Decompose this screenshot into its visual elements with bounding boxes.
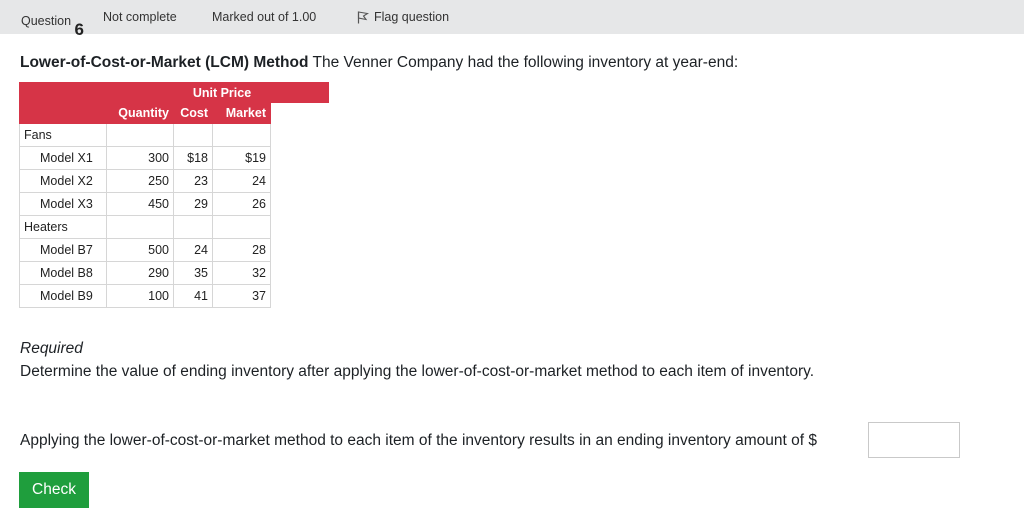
market-cell: 28 — [212, 238, 271, 262]
market-cell: 32 — [212, 261, 271, 285]
group-row: Heaters — [19, 215, 329, 239]
table-row: Model X3 450 29 26 — [19, 192, 329, 216]
table-row: Model X1 300 $18 $19 — [19, 146, 329, 170]
inventory-table: Unit Price Quantity Cost Market Fans Mode… — [19, 82, 329, 308]
flag-question-link[interactable]: Flag question — [357, 10, 449, 24]
group-row: Fans — [19, 123, 329, 147]
flag-question-label: Flag question — [374, 10, 450, 24]
ending-inventory-input[interactable] — [868, 422, 960, 458]
col-quantity-header: Quantity — [106, 102, 174, 124]
answer-prompt: Applying the lower-of-cost-or-market met… — [20, 432, 817, 449]
quantity-cell: 300 — [106, 146, 174, 170]
question-number-value: 6 — [74, 20, 84, 39]
cost-cell: 41 — [173, 284, 213, 308]
question-number: Question 6 — [21, 10, 84, 39]
check-button[interactable]: Check — [19, 472, 89, 508]
group-label: Fans — [19, 123, 107, 147]
table-row: Model B7 500 24 28 — [19, 238, 329, 262]
col-cost-header: Cost — [173, 102, 213, 124]
cost-cell: 24 — [173, 238, 213, 262]
table-header-row-2: Quantity Cost Market — [19, 102, 329, 124]
cost-cell: $18 — [173, 146, 213, 170]
model-cell: Model X1 — [19, 146, 107, 170]
market-cell: $19 — [212, 146, 271, 170]
model-cell: Model X3 — [19, 192, 107, 216]
model-cell: Model B8 — [19, 261, 107, 285]
group-label: Heaters — [19, 215, 107, 239]
cost-cell: 35 — [173, 261, 213, 285]
required-label: Required — [20, 340, 83, 357]
table-row: Model B9 100 41 37 — [19, 284, 329, 308]
question-intro: The Venner Company had the following inv… — [308, 54, 739, 71]
table-row: Model B8 290 35 32 — [19, 261, 329, 285]
quantity-cell: 100 — [106, 284, 174, 308]
model-cell: Model B7 — [19, 238, 107, 262]
question-heading: Lower-of-Cost-or-Market (LCM) Method The… — [20, 54, 738, 72]
market-cell: 24 — [212, 169, 271, 193]
question-marks: Marked out of 1.00 — [212, 10, 317, 24]
cost-cell: 23 — [173, 169, 213, 193]
cost-cell: 29 — [173, 192, 213, 216]
model-cell: Model X2 — [19, 169, 107, 193]
question-status: Not complete — [103, 10, 177, 24]
table-header-row-1: Unit Price — [19, 82, 329, 103]
quantity-cell: 450 — [106, 192, 174, 216]
model-cell: Model B9 — [19, 284, 107, 308]
market-cell: 37 — [212, 284, 271, 308]
flag-icon — [357, 10, 369, 23]
instruction-text: Determine the value of ending inventory … — [20, 363, 815, 380]
question-title: Lower-of-Cost-or-Market (LCM) Method — [20, 54, 309, 71]
question-label: Question — [21, 14, 72, 28]
col-market-header: Market — [212, 102, 271, 124]
quantity-cell: 250 — [106, 169, 174, 193]
market-cell: 26 — [212, 192, 271, 216]
question-info-bar: Question 6 Not complete Marked out of 1.… — [0, 0, 1024, 39]
quantity-cell: 500 — [106, 238, 174, 262]
quantity-cell: 290 — [106, 261, 174, 285]
unit-price-header: Unit Price — [173, 82, 271, 103]
table-row: Model X2 250 23 24 — [19, 169, 329, 193]
